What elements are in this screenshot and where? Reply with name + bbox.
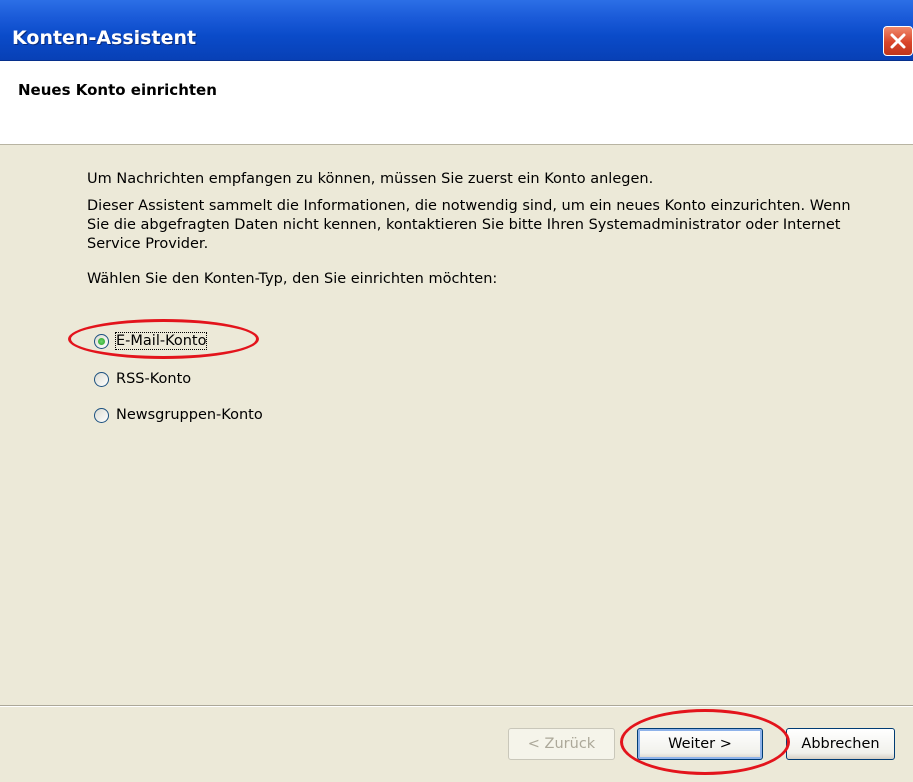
wizard-content: Um Nachrichten empfangen zu können, müss… [0,145,913,705]
description-text: Dieser Assistent sammelt die Information… [87,198,851,252]
window-title: Konten-Assistent [12,27,197,49]
close-button[interactable] [883,26,913,56]
radio-button-checked[interactable] [94,333,109,349]
back-button[interactable]: < Zurück [508,728,615,760]
radio-newsgroup-account[interactable]: Newsgruppen-Konto [94,404,263,426]
radio-button[interactable] [94,371,109,387]
radio-label-newsgroup: Newsgruppen-Konto [116,407,263,423]
header-panel: Neues Konto einrichten [0,61,913,145]
next-button[interactable]: Weiter > [637,728,763,760]
prompt-text: Wählen Sie den Konten-Typ, den Sie einri… [87,271,498,287]
divider [0,705,913,707]
title-bar[interactable]: Konten-Assistent [0,0,913,61]
radio-rss-account[interactable]: RSS-Konto [94,368,191,390]
radio-label-rss: RSS-Konto [116,371,192,387]
page-title: Neues Konto einrichten [18,81,217,99]
radio-label-email: E-Mail-Konto [114,332,208,350]
close-icon [890,33,906,49]
cancel-button[interactable]: Abbrechen [786,728,895,760]
radio-button[interactable] [94,407,109,423]
intro-text: Um Nachrichten empfangen zu können, müss… [87,171,654,187]
radio-email-account[interactable]: E-Mail-Konto [94,330,208,352]
